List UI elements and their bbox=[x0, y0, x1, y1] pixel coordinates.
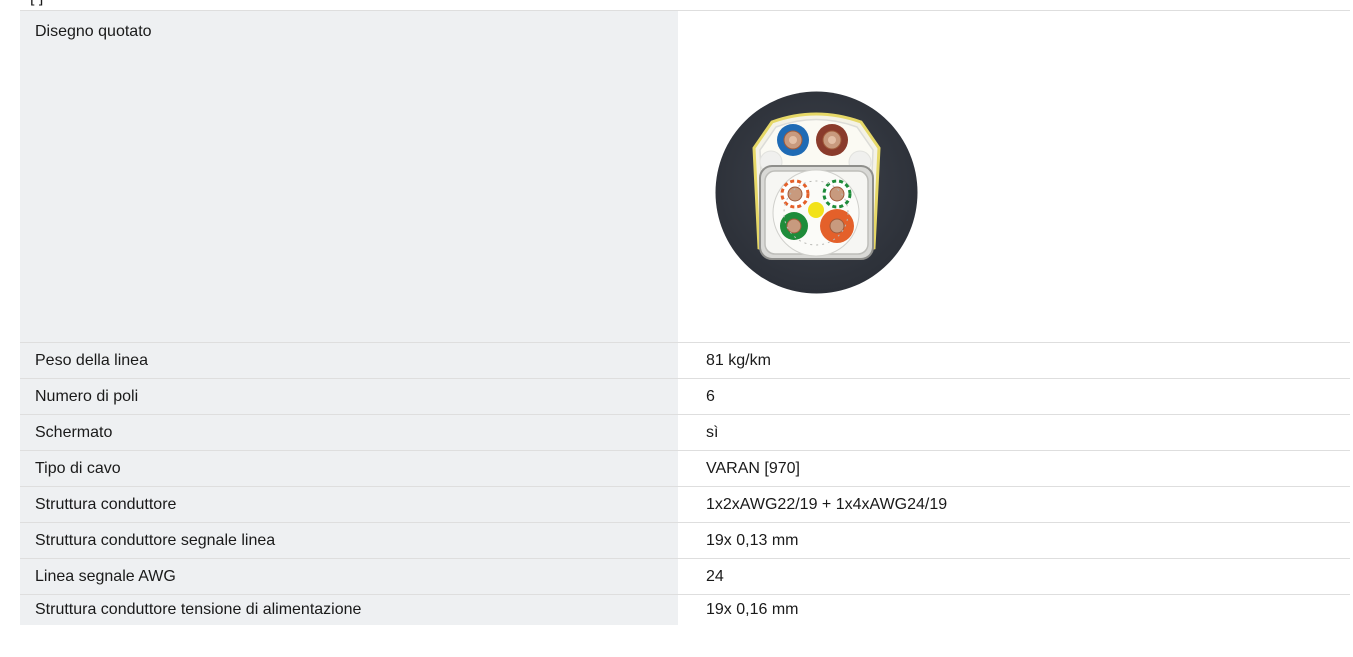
spec-value: 81 kg/km bbox=[678, 343, 1350, 378]
spec-label: Peso della linea bbox=[20, 343, 678, 378]
spec-value: VARAN [970] bbox=[678, 451, 1350, 486]
spec-row: Peso della linea 81 kg/km bbox=[20, 343, 1350, 379]
spec-label: Linea segnale AWG bbox=[20, 559, 678, 594]
spec-value: 19x 0,13 mm bbox=[678, 523, 1350, 558]
spec-value: 19x 0,16 mm bbox=[678, 595, 1350, 625]
spec-label: Struttura conduttore tensione di aliment… bbox=[20, 595, 678, 625]
spec-row: Numero di poli 6 bbox=[20, 379, 1350, 415]
spec-row: Schermato sì bbox=[20, 415, 1350, 451]
spec-row-drawing: Disegno quotato bbox=[20, 11, 1350, 343]
spec-label: Struttura conduttore bbox=[20, 487, 678, 522]
spec-label: Struttura conduttore segnale linea bbox=[20, 523, 678, 558]
spec-label: Schermato bbox=[20, 415, 678, 450]
spec-label: Numero di poli bbox=[20, 379, 678, 414]
spec-value: sì bbox=[678, 415, 1350, 450]
spec-value: 24 bbox=[678, 559, 1350, 594]
cable-cross-section-image bbox=[715, 91, 918, 294]
spec-value: 6 bbox=[678, 379, 1350, 414]
spec-value-drawing bbox=[678, 11, 1350, 342]
clipped-header-text: [ ] bbox=[30, 0, 43, 7]
spec-table: Disegno quotato Peso della linea 81 kg/k… bbox=[20, 11, 1350, 625]
spec-row: Tipo di cavo VARAN [970] bbox=[20, 451, 1350, 487]
spec-value: 1x2xAWG22/19 + 1x4xAWG24/19 bbox=[678, 487, 1350, 522]
spec-label: Disegno quotato bbox=[20, 11, 678, 342]
spec-row: Linea segnale AWG 24 bbox=[20, 559, 1350, 595]
spec-label: Tipo di cavo bbox=[20, 451, 678, 486]
spec-row: Struttura conduttore 1x2xAWG22/19 + 1x4x… bbox=[20, 487, 1350, 523]
spec-row: Struttura conduttore segnale linea 19x 0… bbox=[20, 523, 1350, 559]
spec-row: Struttura conduttore tensione di aliment… bbox=[20, 595, 1350, 625]
